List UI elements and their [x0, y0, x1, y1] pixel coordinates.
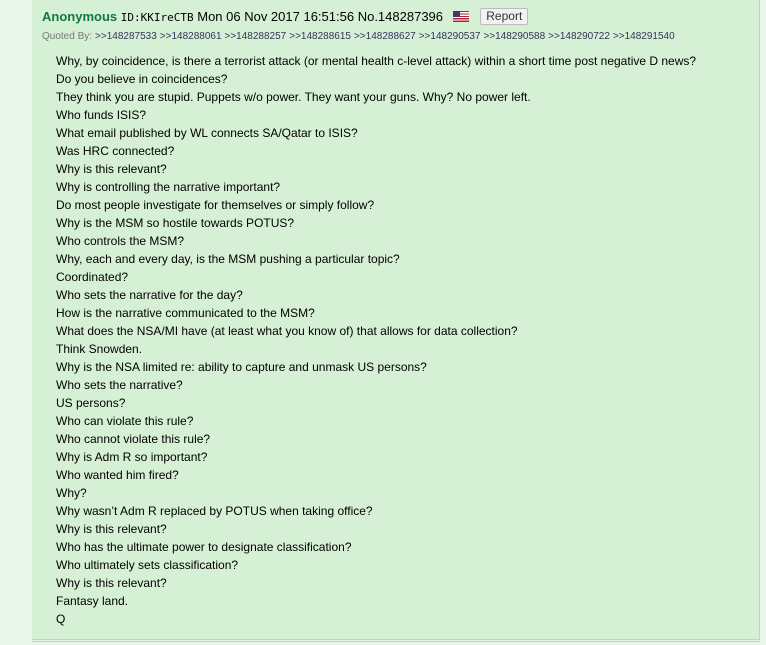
- message-line: Why is this relevant?: [56, 162, 167, 176]
- message-line: Why, each and every day, is the MSM push…: [56, 252, 400, 266]
- message-line: Why is this relevant?: [56, 576, 167, 590]
- message-line: Think Snowden.: [56, 342, 143, 356]
- message-line: Why is the MSM so hostile towards POTUS?: [56, 216, 295, 230]
- message-line: Who can violate this rule?: [56, 414, 194, 428]
- post-number[interactable]: No.148287396: [358, 9, 443, 24]
- message-line: Who sets the narrative?: [56, 378, 183, 392]
- message-line: What email published by WL connects SA/Q…: [56, 126, 358, 140]
- message-line: US persons?: [56, 396, 126, 410]
- post-header: Anonymous ID:KKIreCTB Mon 06 Nov 2017 16…: [42, 8, 529, 25]
- message-line: Was HRC connected?: [56, 144, 175, 158]
- quoted-by-label: Quoted By:: [42, 31, 93, 42]
- divider: [32, 641, 760, 642]
- post-message: Why, by coincidence, is there a terroris…: [56, 52, 756, 628]
- message-line: Coordinated?: [56, 270, 129, 284]
- message-line: Why is controlling the narrative importa…: [56, 180, 281, 194]
- us-flag-icon: [452, 11, 469, 22]
- message-line: Q: [56, 612, 66, 626]
- message-line: Why is the NSA limited re: ability to ca…: [56, 360, 427, 374]
- report-button[interactable]: Report: [480, 8, 529, 25]
- quote-link[interactable]: >>148288061: [160, 31, 222, 42]
- message-line: Do most people investigate for themselve…: [56, 198, 375, 212]
- message-line: Who has the ultimate power to designate …: [56, 540, 352, 554]
- message-line: Who ultimately sets classification?: [56, 558, 239, 572]
- message-line: Why?: [56, 486, 87, 500]
- message-line: Why wasn’t Adm R replaced by POTUS when …: [56, 504, 373, 518]
- quote-link[interactable]: >>148287533: [95, 31, 157, 42]
- message-line: They think you are stupid. Puppets w/o p…: [56, 90, 531, 104]
- message-line: Do you believe in coincidences?: [56, 72, 228, 86]
- message-line: Who sets the narrative for the day?: [56, 288, 243, 302]
- message-line: Why is this relevant?: [56, 522, 167, 536]
- message-line: How is the narrative communicated to the…: [56, 306, 315, 320]
- message-line: Why is Adm R so important?: [56, 450, 208, 464]
- message-line: Who cannot violate this rule?: [56, 432, 211, 446]
- message-line: Who controls the MSM?: [56, 234, 185, 248]
- poster-name: Anonymous: [42, 9, 118, 24]
- message-line: Fantasy land.: [56, 594, 129, 608]
- quote-link[interactable]: >>148290722: [548, 31, 610, 42]
- post-reply: Anonymous ID:KKIreCTB Mon 06 Nov 2017 16…: [32, 0, 760, 640]
- message-line: Who funds ISIS?: [56, 108, 147, 122]
- quote-link[interactable]: >>148288257: [225, 31, 287, 42]
- quote-link[interactable]: >>148290537: [419, 31, 481, 42]
- quote-link[interactable]: >>148290588: [483, 31, 545, 42]
- quote-link[interactable]: >>148288615: [289, 31, 351, 42]
- quoted-by: Quoted By: >>148287533 >>148288061 >>148288…: [42, 31, 675, 42]
- poster-id[interactable]: ID:KKIreCTB: [121, 11, 194, 24]
- post-datetime: Mon 06 Nov 2017 16:51:56: [197, 9, 355, 24]
- quote-link[interactable]: >>148291540: [613, 31, 675, 42]
- message-line: Who wanted him fired?: [56, 468, 179, 482]
- quote-link[interactable]: >>148288627: [354, 31, 416, 42]
- message-line: What does the NSA/MI have (at least what…: [56, 324, 518, 338]
- message-line: Why, by coincidence, is there a terroris…: [56, 54, 697, 68]
